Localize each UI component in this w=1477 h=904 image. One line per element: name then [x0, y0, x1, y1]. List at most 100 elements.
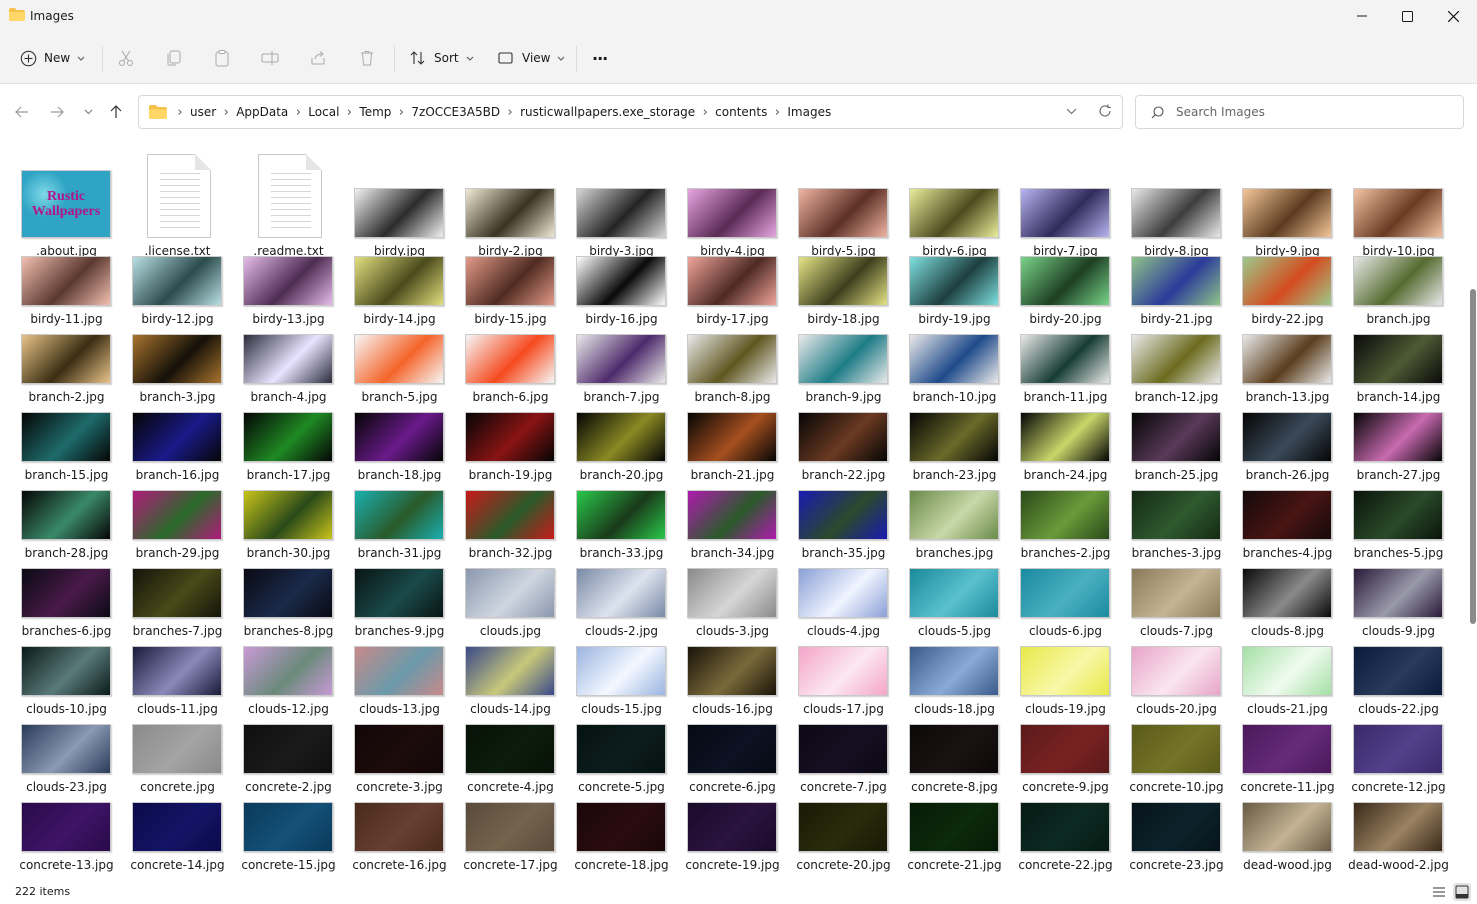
file-item[interactable]: clouds-4.jpg: [788, 568, 899, 646]
file-item[interactable]: branch-29.jpg: [122, 490, 233, 568]
rename-button[interactable]: [260, 48, 280, 68]
recent-locations-button[interactable]: [76, 100, 100, 124]
file-item[interactable]: clouds-3.jpg: [677, 568, 788, 646]
file-item[interactable]: branch-19.jpg: [455, 412, 566, 490]
file-item[interactable]: birdy-4.jpg: [677, 148, 788, 258]
file-item[interactable]: clouds.jpg: [455, 568, 566, 646]
file-item[interactable]: branch-22.jpg: [788, 412, 899, 490]
file-item[interactable]: branch-9.jpg: [788, 334, 899, 412]
breadcrumb-item[interactable]: Temp: [356, 105, 394, 119]
file-item[interactable]: clouds-9.jpg: [1343, 568, 1454, 646]
file-item[interactable]: branch-13.jpg: [1232, 334, 1343, 412]
file-item[interactable]: concrete-13.jpg: [11, 802, 122, 880]
file-item[interactable]: branch-31.jpg: [344, 490, 455, 568]
file-item[interactable]: birdy-9.jpg: [1232, 148, 1343, 258]
file-item[interactable]: branch-35.jpg: [788, 490, 899, 568]
file-item[interactable]: branches-6.jpg: [11, 568, 122, 646]
file-item[interactable]: concrete-21.jpg: [899, 802, 1010, 880]
file-item[interactable]: clouds-22.jpg: [1343, 646, 1454, 724]
file-item[interactable]: clouds-15.jpg: [566, 646, 677, 724]
back-button[interactable]: [10, 100, 34, 124]
file-item[interactable]: branch-5.jpg: [344, 334, 455, 412]
file-item[interactable]: concrete-10.jpg: [1121, 724, 1232, 802]
breadcrumb-item[interactable]: Images: [784, 105, 834, 119]
breadcrumb-item[interactable]: Local: [305, 105, 342, 119]
file-item[interactable]: concrete-17.jpg: [455, 802, 566, 880]
paste-button[interactable]: [212, 48, 232, 68]
file-item[interactable]: branch-14.jpg: [1343, 334, 1454, 412]
file-item[interactable]: branches-9.jpg: [344, 568, 455, 646]
file-item[interactable]: branch-28.jpg: [11, 490, 122, 568]
file-item[interactable]: dead-wood-2.jpg: [1343, 802, 1454, 880]
file-item[interactable]: birdy-21.jpg: [1121, 256, 1232, 334]
file-item[interactable]: concrete-14.jpg: [122, 802, 233, 880]
file-item[interactable]: concrete-7.jpg: [788, 724, 899, 802]
file-item[interactable]: birdy-17.jpg: [677, 256, 788, 334]
file-item[interactable]: birdy-7.jpg: [1010, 148, 1121, 258]
file-item[interactable]: clouds-19.jpg: [1010, 646, 1121, 724]
sort-button[interactable]: Sort: [409, 42, 474, 74]
file-item[interactable]: clouds-7.jpg: [1121, 568, 1232, 646]
maximize-button[interactable]: [1384, 0, 1430, 32]
file-item[interactable]: birdy-13.jpg: [233, 256, 344, 334]
file-item[interactable]: clouds-13.jpg: [344, 646, 455, 724]
file-item[interactable]: branch-11.jpg: [1010, 334, 1121, 412]
chevron-down-icon[interactable]: [1066, 108, 1077, 115]
file-item[interactable]: concrete-4.jpg: [455, 724, 566, 802]
file-item[interactable]: birdy-11.jpg: [11, 256, 122, 334]
file-item[interactable]: clouds-16.jpg: [677, 646, 788, 724]
file-item[interactable]: clouds-8.jpg: [1232, 568, 1343, 646]
close-button[interactable]: [1430, 0, 1476, 32]
file-item[interactable]: concrete.jpg: [122, 724, 233, 802]
file-item[interactable]: dead-wood.jpg: [1232, 802, 1343, 880]
file-item[interactable]: birdy-20.jpg: [1010, 256, 1121, 334]
file-item[interactable]: branch-20.jpg: [566, 412, 677, 490]
file-item[interactable]: concrete-18.jpg: [566, 802, 677, 880]
file-item[interactable]: clouds-17.jpg: [788, 646, 899, 724]
file-item[interactable]: branch-16.jpg: [122, 412, 233, 490]
details-view-icon[interactable]: [1430, 883, 1448, 901]
file-item[interactable]: branch-33.jpg: [566, 490, 677, 568]
file-item[interactable]: branch-25.jpg: [1121, 412, 1232, 490]
file-item[interactable]: birdy-15.jpg: [455, 256, 566, 334]
file-item[interactable]: birdy-19.jpg: [899, 256, 1010, 334]
file-item[interactable]: branch-21.jpg: [677, 412, 788, 490]
file-item[interactable]: birdy-5.jpg: [788, 148, 899, 258]
address-bar[interactable]: › user › AppData › Local › Temp › 7zOCCE…: [138, 95, 1123, 129]
file-item[interactable]: branch-23.jpg: [899, 412, 1010, 490]
vertical-scrollbar[interactable]: [1470, 289, 1476, 624]
file-item[interactable]: clouds-6.jpg: [1010, 568, 1121, 646]
file-item[interactable]: concrete-20.jpg: [788, 802, 899, 880]
file-item[interactable]: branch-26.jpg: [1232, 412, 1343, 490]
file-item[interactable]: branch-34.jpg: [677, 490, 788, 568]
large-icons-view-icon[interactable]: [1453, 883, 1471, 901]
file-item[interactable]: concrete-22.jpg: [1010, 802, 1121, 880]
more-options-button[interactable]: ···: [592, 42, 608, 74]
file-item[interactable]: clouds-20.jpg: [1121, 646, 1232, 724]
cut-button[interactable]: [116, 48, 136, 68]
file-item[interactable]: birdy-2.jpg: [455, 148, 566, 258]
file-item[interactable]: birdy-12.jpg: [122, 256, 233, 334]
file-item[interactable]: concrete-23.jpg: [1121, 802, 1232, 880]
file-item[interactable]: birdy-16.jpg: [566, 256, 677, 334]
search-input[interactable]: [1176, 103, 1456, 121]
file-item[interactable]: .readme.txt: [233, 148, 344, 258]
file-item[interactable]: birdy-6.jpg: [899, 148, 1010, 258]
file-item[interactable]: concrete-3.jpg: [344, 724, 455, 802]
new-button[interactable]: New: [20, 42, 85, 74]
file-item[interactable]: concrete-16.jpg: [344, 802, 455, 880]
search-box[interactable]: [1135, 95, 1464, 129]
file-item[interactable]: branch-2.jpg: [11, 334, 122, 412]
file-item[interactable]: concrete-12.jpg: [1343, 724, 1454, 802]
forward-button[interactable]: [45, 100, 69, 124]
refresh-icon[interactable]: [1098, 104, 1112, 118]
file-item[interactable]: Rustic Wallpapers .about.jpg: [11, 148, 122, 258]
file-item[interactable]: concrete-2.jpg: [233, 724, 344, 802]
file-item[interactable]: clouds-14.jpg: [455, 646, 566, 724]
file-item[interactable]: branch-24.jpg: [1010, 412, 1121, 490]
file-item[interactable]: birdy.jpg: [344, 148, 455, 258]
file-item[interactable]: branch-6.jpg: [455, 334, 566, 412]
file-item[interactable]: clouds-10.jpg: [11, 646, 122, 724]
file-item[interactable]: clouds-18.jpg: [899, 646, 1010, 724]
file-item[interactable]: clouds-21.jpg: [1232, 646, 1343, 724]
